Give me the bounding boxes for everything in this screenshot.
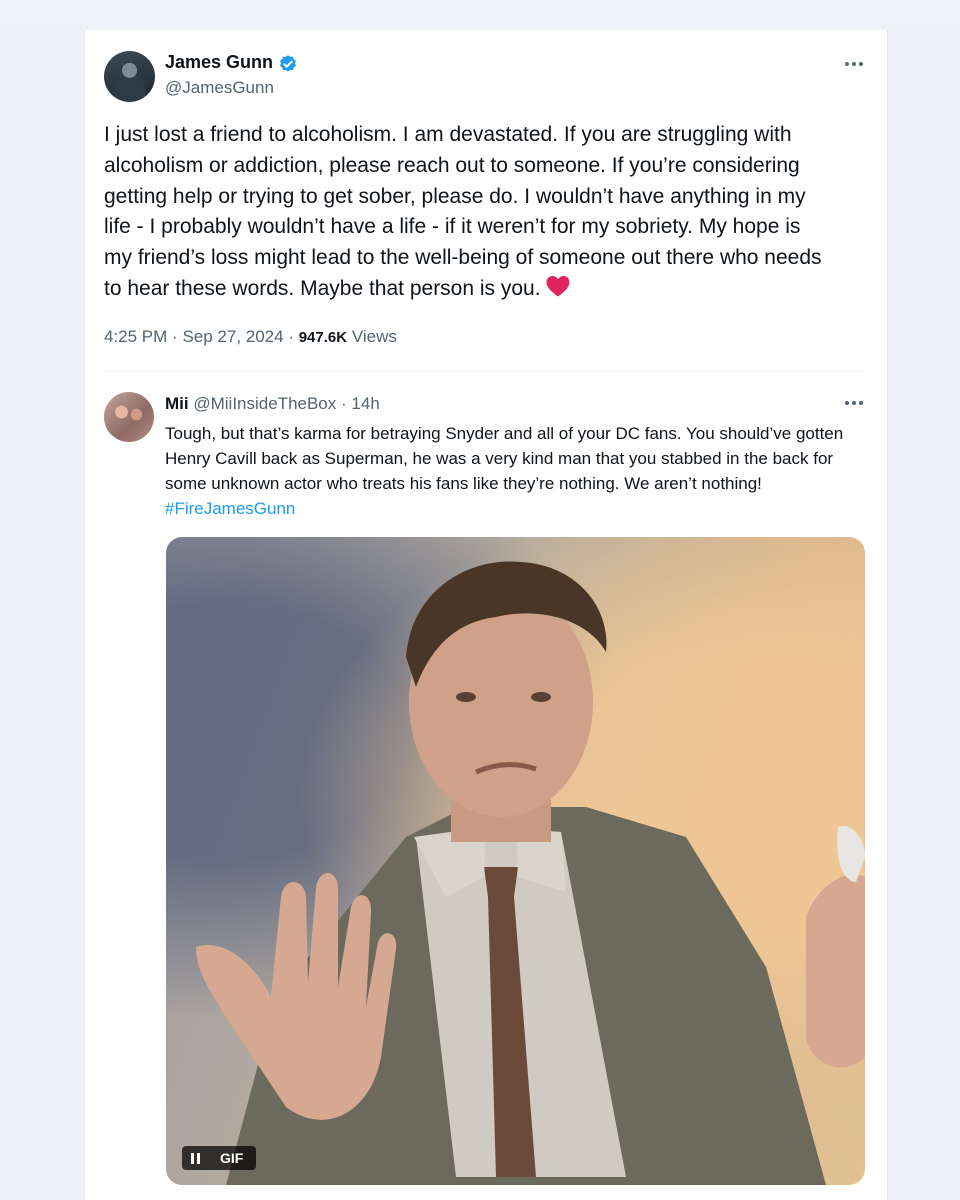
meta-separator: · [172, 327, 183, 346]
meta-separator: · [341, 394, 352, 413]
pause-icon[interactable] [191, 1153, 201, 1164]
heart-emoji-icon [546, 275, 570, 297]
verified-badge-icon [280, 55, 296, 72]
author-handle[interactable]: @JamesGunn [165, 78, 274, 98]
author-name[interactable]: James Gunn [165, 52, 273, 73]
tweet-meta: 4:25 PM · Sep 27, 2024 · 947.6K Views [104, 327, 397, 347]
views-count[interactable]: 947.6K [299, 329, 347, 346]
gif-badge[interactable]: GIF [182, 1146, 256, 1170]
reply-header: Mii @MiiInsideTheBox · 14h [165, 394, 380, 414]
gif-label: GIF [220, 1150, 244, 1166]
reply-text: Tough, but that’s karma for betraying Sn… [165, 421, 870, 521]
views-label: Views [351, 327, 397, 346]
hashtag-link[interactable]: #FireJamesGunn [165, 499, 295, 518]
reply-age[interactable]: 14h [351, 394, 379, 413]
meta-separator: · [288, 327, 299, 346]
reply-author-handle[interactable]: @MiiInsideTheBox [193, 394, 336, 413]
author-avatar[interactable] [104, 51, 155, 102]
reply-gif[interactable] [166, 537, 865, 1185]
reply-text-content: Tough, but that’s karma for betraying Sn… [165, 424, 844, 493]
browser-top-strip [0, 0, 960, 28]
tweet-text: I just lost a friend to alcoholism. I am… [104, 120, 874, 305]
tweet-date[interactable]: Sep 27, 2024 [182, 327, 283, 346]
tweet-time[interactable]: 4:25 PM [104, 327, 167, 346]
more-options-icon[interactable] [843, 59, 865, 69]
tweet-text-content: I just lost a friend to alcoholism. I am… [104, 123, 822, 300]
reply-author-name[interactable]: Mii [165, 394, 189, 413]
gif-frame-illustration [196, 561, 865, 1185]
reply-more-options-icon[interactable] [843, 398, 865, 408]
reply-avatar[interactable] [104, 392, 154, 442]
divider [104, 371, 864, 372]
